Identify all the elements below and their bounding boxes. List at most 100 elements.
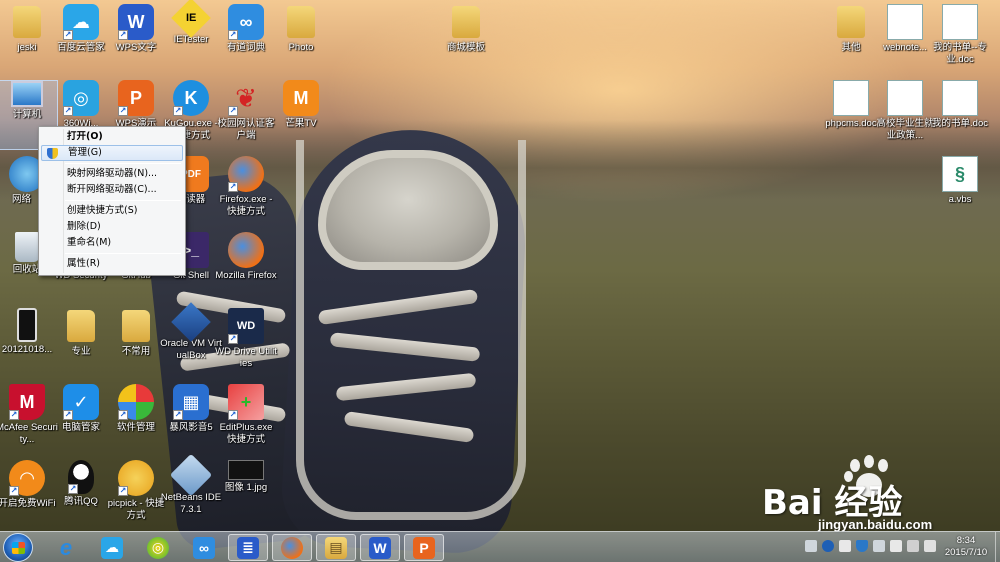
word-doc-icon: W: [942, 80, 978, 116]
firefox-icon: ●: [281, 536, 303, 559]
keyboard-icon[interactable]: [805, 540, 817, 552]
desktop-icon-baofeng[interactable]: ▦ ↗ 暴风影音5: [160, 384, 222, 454]
folder-icon: ▤: [325, 536, 347, 559]
desktop-icon-mybook[interactable]: W 我的书单.doc: [929, 80, 991, 150]
watermark-url: jingyan.baidu.com: [818, 517, 933, 532]
taskbar-app-library[interactable]: ≣: [228, 534, 268, 561]
desktop-icon-firefox-shortcut[interactable]: ↗ Firefox.exe - 快捷方式: [215, 156, 277, 226]
volume-icon[interactable]: [873, 540, 885, 552]
desktop-icon-mybook-top[interactable]: W 我的书单--专业.doc: [929, 4, 991, 74]
folder-icon: [448, 4, 484, 40]
desktop-icon-wps-word[interactable]: W ↗ WPS文字: [105, 4, 167, 74]
system-tray: [805, 540, 936, 556]
firefox-icon: [228, 232, 264, 268]
desktop-icon-pcmanager[interactable]: ✓ ↗ 电脑管家: [50, 384, 112, 454]
software-manager-icon: ↗: [118, 384, 154, 420]
help-icon[interactable]: [822, 540, 834, 552]
taskbar-app-firefox[interactable]: ●: [272, 534, 312, 561]
desktop-icon-netbeans[interactable]: NetBeans IDE 7.3.1: [160, 453, 222, 530]
desktop-icon-label: a.vbs: [948, 194, 972, 205]
taskbar-app-ie[interactable]: e: [46, 534, 86, 561]
word-doc-icon: W: [887, 4, 923, 40]
taskbar-app-360-browser[interactable]: ◎: [138, 534, 178, 561]
desktop-icon-softmgr[interactable]: ↗ 软件管理: [105, 384, 167, 454]
taskbar-clock[interactable]: 8:34 2015/7/10: [938, 535, 994, 559]
desktop-icon-label: 高校毕业生就业政策...: [876, 118, 934, 141]
taskbar-app-wps-writer[interactable]: W: [360, 534, 400, 561]
clock-time: 8:34: [956, 535, 976, 546]
firefox-icon: ↗: [228, 156, 264, 192]
flag-icon[interactable]: [907, 540, 919, 552]
desktop-icon-label: picpick - 快捷方式: [107, 498, 165, 521]
360-browser-icon: ◎: [147, 536, 169, 559]
desktop-icon-baiduyun[interactable]: ☁ ↗ 百度云管家: [50, 4, 112, 74]
desktop-icon-youdao[interactable]: ∞ ↗ 有道词典: [215, 4, 277, 74]
menu-item-disconnect-drive[interactable]: 断开网络驱动器(C)...: [41, 182, 183, 198]
word-doc-icon: W: [887, 80, 923, 116]
menu-item-rename[interactable]: 重命名(M): [41, 235, 183, 251]
desktop-icon-webnote[interactable]: W webnote...: [874, 4, 936, 74]
desktop-icon-campus[interactable]: ❦ ↗ 校园网认证客户端: [215, 80, 277, 150]
desktop-icon-unused[interactable]: 不常用: [105, 308, 167, 378]
editplus-icon: + ↗: [228, 384, 264, 420]
context-menu: 打开(O) 管理(G) 映射网络驱动器(N)... 断开网络驱动器(C)... …: [38, 126, 186, 276]
desktop-icon-label: phpcms.doc: [825, 118, 877, 129]
desktop-icon-ietester[interactable]: IE IETester: [160, 0, 222, 74]
wd-drive-icon: WD ↗: [228, 308, 264, 344]
desktop-icon-graduates[interactable]: W 高校毕业生就业政策...: [874, 80, 936, 150]
desktop-icon-photo[interactable]: Photo: [270, 4, 332, 74]
desktop-icon-avbs[interactable]: § a.vbs: [929, 156, 991, 226]
360-icon: ◎ ↗: [63, 80, 99, 116]
taskbar-app-wps-presentation[interactable]: P: [404, 534, 444, 561]
desktop-icon-phpcms[interactable]: W phpcms.doc: [820, 80, 882, 150]
show-desktop-button[interactable]: [995, 532, 1000, 562]
menu-item-delete[interactable]: 删除(D): [41, 219, 183, 235]
menu-separator: [65, 163, 181, 164]
desktop-icon-label: Mozilla Firefox: [215, 270, 277, 281]
menu-item-properties[interactable]: 属性(R): [41, 256, 183, 272]
desktop-icon-wddrive[interactable]: WD ↗ WD Drive Utilities: [215, 308, 277, 378]
wps-writer-icon: W: [369, 536, 391, 559]
menu-item-manage[interactable]: 管理(G): [41, 145, 183, 161]
uac-shield-icon: [47, 148, 58, 159]
desktop-icon-label: 百度云管家: [57, 42, 105, 53]
power-icon[interactable]: [924, 540, 936, 552]
wallpaper-toecap: [318, 150, 498, 270]
security-shield-icon[interactable]: [856, 540, 868, 552]
desktop-icon-label: 有道词典: [226, 42, 265, 53]
desktop-icon-vbox[interactable]: Oracle VM VirtualBox: [160, 302, 222, 378]
desktop-icon-label: 软件管理: [116, 422, 155, 433]
pc-manager-icon: ✓ ↗: [63, 384, 99, 420]
desktop-icon-label: 腾讯QQ: [64, 496, 98, 507]
folder-icon: [118, 308, 154, 344]
taskbar-app-baiduyun[interactable]: ☁: [92, 534, 132, 561]
recycle-bin-icon: [15, 232, 39, 262]
desktop-icon-label: 专业: [71, 346, 91, 357]
desktop-icon-other[interactable]: 其他: [820, 4, 882, 74]
menu-item-map-drive[interactable]: 映射网络驱动器(N)...: [41, 166, 183, 182]
ie-icon: e: [59, 534, 73, 560]
desktop-icon-mangotv[interactable]: M 芒果TV: [270, 80, 332, 150]
desktop-icon-label: 商城模板: [446, 42, 485, 53]
start-button[interactable]: [3, 533, 33, 562]
menu-item-open[interactable]: 打开(O): [41, 129, 183, 145]
desktop-icon-major[interactable]: 专业: [50, 308, 112, 378]
word-doc-icon: W: [833, 80, 869, 116]
taskbar-app-explorer[interactable]: ▤: [316, 534, 356, 561]
tray-expand-icon[interactable]: [839, 540, 851, 552]
desktop-icon-label: 我的书单--专业.doc: [933, 42, 987, 65]
word-doc-icon: W: [942, 4, 978, 40]
desktop-icon-mozilla[interactable]: Mozilla Firefox: [215, 232, 277, 302]
computer-icon: [11, 81, 43, 107]
menu-item-create-shortcut[interactable]: 创建快捷方式(S): [41, 203, 183, 219]
butterfly-icon: ❦ ↗: [228, 82, 257, 116]
desktop-icon-label: 其他: [841, 42, 861, 53]
desktop-icon-qq[interactable]: ↗ 腾讯QQ: [50, 460, 112, 530]
desktop-icon-editplus[interactable]: + ↗ EditPlus.exe 快捷方式: [215, 384, 277, 454]
network-status-icon[interactable]: [890, 540, 902, 552]
desktop-icon-label: 我的书单.doc: [932, 118, 988, 129]
taskbar-app-youdao[interactable]: ∞: [184, 534, 224, 561]
desktop-icon-image1[interactable]: 图像 1.jpg: [215, 460, 277, 530]
desktop-icon-picpick[interactable]: ↗ picpick - 快捷方式: [105, 460, 167, 530]
desktop-icon-mall-template[interactable]: 商城模板: [435, 4, 497, 74]
